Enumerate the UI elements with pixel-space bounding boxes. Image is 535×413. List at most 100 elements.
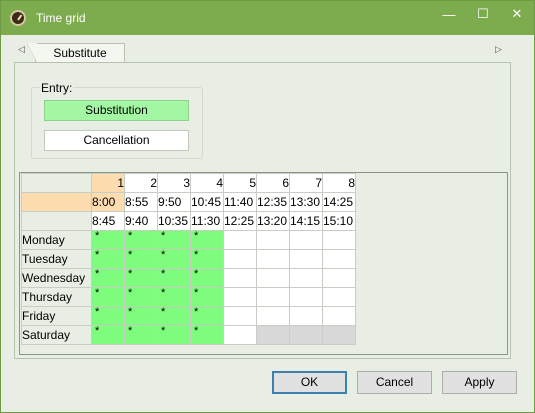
grid-cell[interactable] xyxy=(289,306,323,326)
grid-cell[interactable] xyxy=(322,287,356,307)
start-time-cell[interactable]: 10:45 xyxy=(190,192,224,212)
start-time-cell[interactable]: 14:25 xyxy=(322,192,356,212)
tab-substitute[interactable]: Substitute xyxy=(27,43,125,63)
cancellation-button[interactable]: Cancellation xyxy=(44,130,189,151)
grid-cell[interactable]: * xyxy=(157,249,191,269)
grid-cell[interactable]: * xyxy=(91,287,125,307)
day-row: Wednesday * * * * xyxy=(21,268,356,288)
period-header[interactable]: 3 xyxy=(157,173,191,193)
end-time-row-label[interactable] xyxy=(21,211,92,231)
grid-cell[interactable]: * xyxy=(124,306,158,326)
grid-cell[interactable]: * xyxy=(157,230,191,250)
day-label[interactable]: Wednesday xyxy=(21,268,92,288)
grid-cell[interactable]: * xyxy=(190,249,224,269)
end-time-cell[interactable]: 14:15 xyxy=(289,211,323,231)
start-time-cell[interactable]: 8:00 xyxy=(91,192,125,212)
maximize-icon[interactable]: ☐ xyxy=(466,1,500,27)
grid-cell[interactable]: * xyxy=(190,306,224,326)
period-header[interactable]: 7 xyxy=(289,173,323,193)
grid-cell[interactable] xyxy=(256,287,290,307)
grid-cell[interactable]: * xyxy=(91,230,125,250)
start-time-cell[interactable]: 11:40 xyxy=(223,192,257,212)
grid-cell[interactable] xyxy=(223,287,257,307)
grid-cell[interactable] xyxy=(289,249,323,269)
title-bar[interactable]: Time grid — ☐ ✕ xyxy=(1,1,534,35)
grid-cell[interactable] xyxy=(289,325,323,345)
cell-mark: * xyxy=(95,306,100,318)
day-label[interactable]: Friday xyxy=(21,306,92,326)
grid-cell[interactable]: * xyxy=(124,287,158,307)
cancel-button[interactable]: Cancel xyxy=(357,371,432,394)
grid-cell[interactable]: * xyxy=(91,249,125,269)
grid-cell[interactable] xyxy=(322,249,356,269)
time-grid-table: 1 2 3 4 5 6 7 8 8:00 8:55 9:50 10:45 11:40 12:35 13:30… xyxy=(21,173,356,345)
grid-cell[interactable]: * xyxy=(157,268,191,288)
day-label[interactable]: Saturday xyxy=(21,325,92,345)
substitution-button[interactable]: Substitution xyxy=(44,100,189,121)
grid-cell[interactable] xyxy=(223,325,257,345)
cell-mark: * xyxy=(95,230,100,242)
close-icon[interactable]: ✕ xyxy=(500,1,534,27)
apply-button[interactable]: Apply xyxy=(442,371,517,394)
grid-cell[interactable]: * xyxy=(124,325,158,345)
grid-cell[interactable] xyxy=(322,306,356,326)
grid-cell[interactable]: * xyxy=(190,268,224,288)
start-time-cell[interactable]: 13:30 xyxy=(289,192,323,212)
grid-cell[interactable] xyxy=(289,268,323,288)
day-row: Tuesday * * * * xyxy=(21,249,356,269)
cell-mark: * xyxy=(95,249,100,261)
grid-cell[interactable] xyxy=(223,268,257,288)
grid-cell[interactable] xyxy=(289,287,323,307)
grid-cell[interactable] xyxy=(223,230,257,250)
ok-button[interactable]: OK xyxy=(272,371,347,394)
day-label[interactable]: Tuesday xyxy=(21,249,92,269)
period-header[interactable]: 5 xyxy=(223,173,257,193)
grid-cell[interactable]: * xyxy=(124,249,158,269)
grid-cell[interactable] xyxy=(223,249,257,269)
period-header[interactable]: 2 xyxy=(124,173,158,193)
grid-cell[interactable] xyxy=(256,306,290,326)
grid-cell[interactable]: * xyxy=(91,268,125,288)
tab-scroll-left-icon[interactable]: ◁ xyxy=(18,44,25,55)
grid-cell[interactable] xyxy=(322,268,356,288)
start-time-cell[interactable]: 12:35 xyxy=(256,192,290,212)
period-header-row: 12345678 xyxy=(21,173,356,193)
grid-cell[interactable] xyxy=(223,306,257,326)
end-time-cell[interactable]: 10:35 xyxy=(157,211,191,231)
end-time-cell[interactable]: 11:30 xyxy=(190,211,224,231)
day-label[interactable]: Monday xyxy=(21,230,92,250)
tab-scroll-right-icon[interactable]: ▷ xyxy=(495,44,502,55)
period-header[interactable]: 6 xyxy=(256,173,290,193)
grid-cell[interactable]: * xyxy=(124,268,158,288)
minimize-icon[interactable]: — xyxy=(432,1,466,27)
start-time-cell[interactable]: 8:55 xyxy=(124,192,158,212)
end-time-cell[interactable]: 15:10 xyxy=(322,211,356,231)
day-label[interactable]: Thursday xyxy=(21,287,92,307)
grid-cell[interactable]: * xyxy=(190,287,224,307)
grid-cell[interactable]: * xyxy=(157,306,191,326)
start-time-cell[interactable]: 9:50 xyxy=(157,192,191,212)
grid-cell[interactable] xyxy=(322,230,356,250)
period-header[interactable]: 8 xyxy=(322,173,356,193)
grid-cell[interactable] xyxy=(289,230,323,250)
grid-cell[interactable]: * xyxy=(157,287,191,307)
end-time-cell[interactable]: 8:45 xyxy=(91,211,125,231)
start-time-row: 8:00 8:55 9:50 10:45 11:40 12:35 13:30 14:25 xyxy=(21,192,356,212)
grid-cell[interactable] xyxy=(256,249,290,269)
grid-cell[interactable]: * xyxy=(124,230,158,250)
grid-cell[interactable]: * xyxy=(190,325,224,345)
grid-cell[interactable] xyxy=(322,325,356,345)
end-time-cell[interactable]: 12:25 xyxy=(223,211,257,231)
period-header[interactable]: 4 xyxy=(190,173,224,193)
grid-cell[interactable] xyxy=(256,325,290,345)
end-time-cell[interactable]: 9:40 xyxy=(124,211,158,231)
end-time-cell[interactable]: 13:20 xyxy=(256,211,290,231)
period-header[interactable]: 1 xyxy=(91,173,125,193)
start-time-row-label[interactable] xyxy=(21,192,92,212)
grid-cell[interactable] xyxy=(256,268,290,288)
grid-cell[interactable]: * xyxy=(157,325,191,345)
grid-cell[interactable]: * xyxy=(91,325,125,345)
grid-cell[interactable]: * xyxy=(91,306,125,326)
grid-cell[interactable] xyxy=(256,230,290,250)
grid-cell[interactable]: * xyxy=(190,230,224,250)
